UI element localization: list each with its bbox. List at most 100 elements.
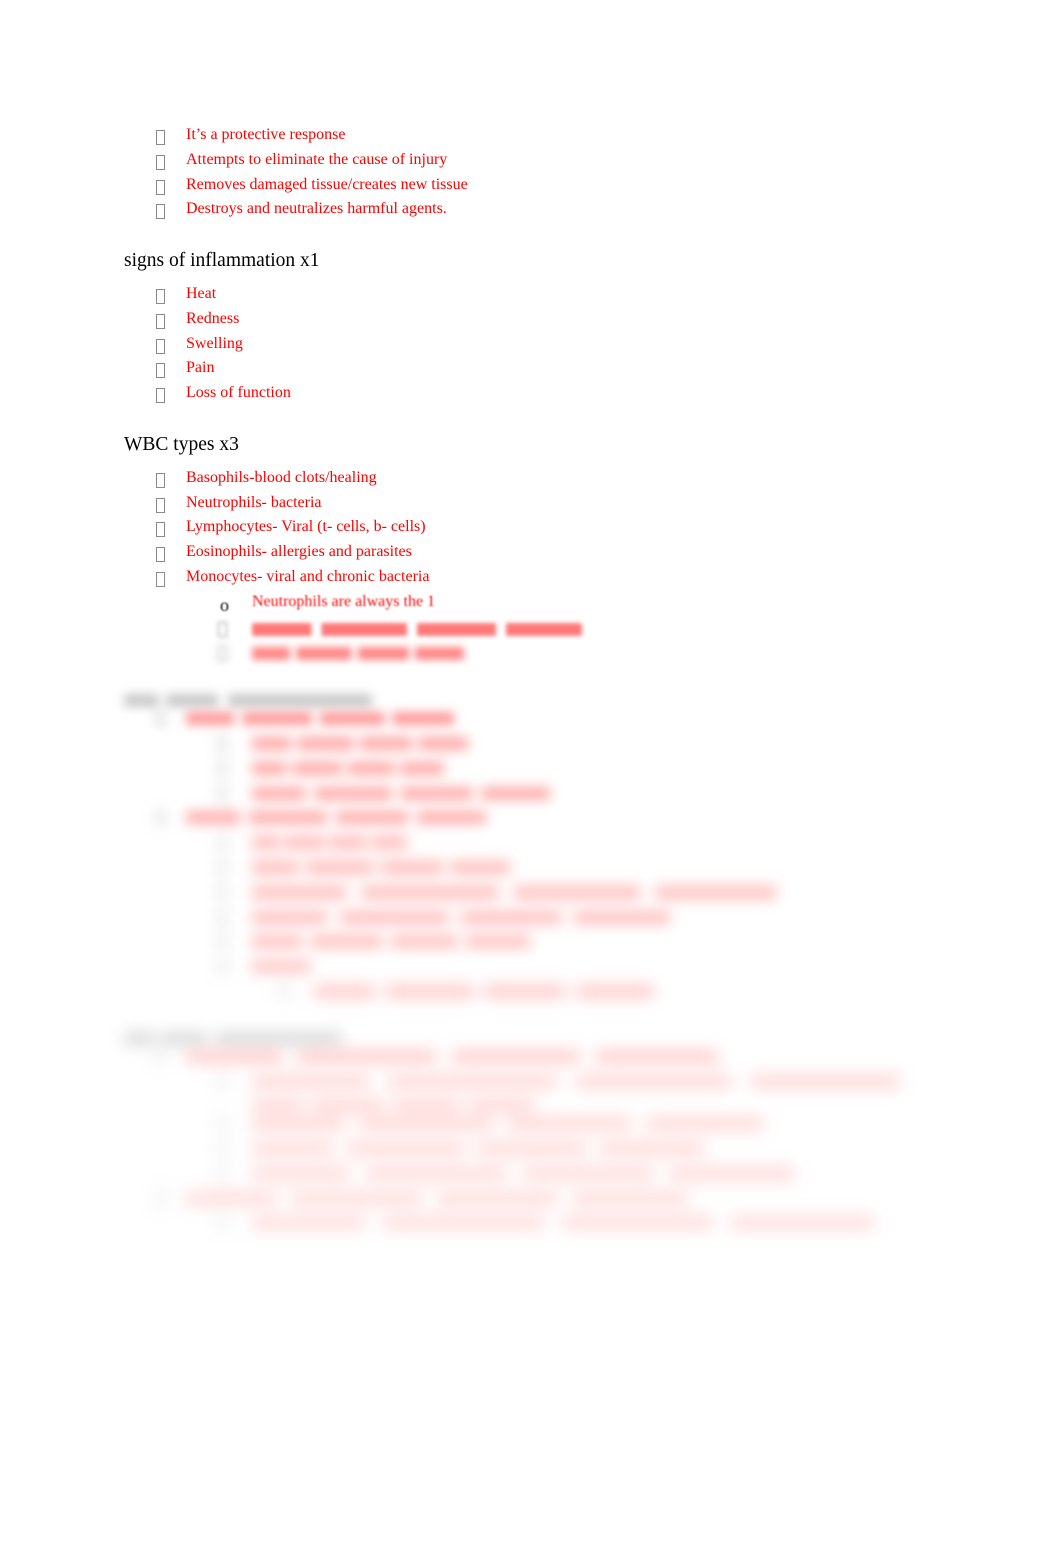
illegible-text <box>252 836 407 850</box>
list-item-illegible <box>156 1187 1062 1212</box>
list-item[interactable]: Lymphocytes- Viral (t- cells, b- cells) <box>156 518 1062 543</box>
list-item[interactable]: Attempts to eliminate the cause of injur… <box>156 151 1062 176</box>
bullet-box-icon <box>218 1070 252 1095</box>
list-item[interactable]: Removes damaged tissue/creates new tissu… <box>156 176 1062 201</box>
illegible-text <box>252 786 550 800</box>
bullet-box-icon <box>156 543 186 568</box>
bullet-box-icon <box>156 707 186 732</box>
list-item-label: Redness <box>186 309 240 327</box>
list-item-illegible <box>218 1094 1062 1113</box>
section-heading: WBC types x3 <box>124 433 239 455</box>
illegible-text <box>252 1216 874 1230</box>
bullet-box-icon <box>218 930 252 955</box>
list-item-illegible <box>218 1112 1062 1137</box>
illegible-text <box>252 622 582 636</box>
document-page: It’s a protective response Attempts to e… <box>0 0 1062 1561</box>
illegible-text <box>252 885 776 899</box>
list-item[interactable]: Basophils-blood clots/healing <box>156 469 1062 494</box>
list-item-illegible <box>218 930 1062 955</box>
list-item-illegible <box>218 1211 1062 1236</box>
list-item-label: Neutrophils are always the 1 <box>252 592 436 610</box>
illegible-text <box>252 910 670 924</box>
bullet-box-icon <box>156 568 186 593</box>
list-item-label: Loss of function <box>186 384 291 402</box>
list-item-illegible <box>218 906 1062 931</box>
illegible-text <box>124 694 372 708</box>
bullet-circle-marker: o <box>220 594 229 615</box>
list-item-illegible <box>218 831 1062 856</box>
list-item[interactable]: Monocytes- viral and chronic bacteria <box>156 568 1062 593</box>
bullet-box-icon <box>156 285 186 310</box>
list-item[interactable]: Loss of function <box>156 384 1062 409</box>
bullet-box-icon <box>218 1137 252 1162</box>
bullet-box-icon <box>156 494 186 519</box>
list-item-illegible <box>218 955 1062 980</box>
bullet-box-icon <box>218 757 252 782</box>
bullet-box-icon <box>156 335 186 360</box>
list-item-label: Swelling <box>186 334 243 352</box>
bullet-box-icon <box>218 642 252 667</box>
list-item-illegible <box>280 980 1062 1005</box>
bullet-box-icon <box>156 151 186 176</box>
illegible-text <box>186 1191 688 1205</box>
list-item-illegible <box>218 757 1062 782</box>
list-item[interactable]: Pain <box>156 359 1062 384</box>
list-item-label: Attempts to eliminate the cause of injur… <box>186 150 448 168</box>
list-item[interactable]: Heat <box>156 285 1062 310</box>
section-wbc-types: WBC types x3 Basophils-blood clots/heali… <box>0 433 1062 618</box>
list-item-illegible <box>218 1070 1062 1095</box>
list-item-illegible <box>156 1045 1062 1070</box>
illegible-text <box>252 935 530 949</box>
bullet-box-icon <box>156 1045 186 1070</box>
list-item-illegible <box>156 707 1062 732</box>
bullet-box-icon <box>156 469 186 494</box>
list-item[interactable]: o Neutrophils are always the 1 <box>220 593 1062 618</box>
list-item[interactable]: Destroys and neutralizes harmful agents. <box>156 200 1062 225</box>
illegible-text <box>252 736 468 750</box>
illegible-text <box>252 1166 794 1180</box>
list-item[interactable]: Redness <box>156 310 1062 335</box>
list-item[interactable]: It’s a protective response <box>156 126 1062 151</box>
list-item-label: Removes damaged tissue/creates new tissu… <box>186 175 468 193</box>
list-item-illegible <box>218 881 1062 906</box>
list-item-illegible <box>156 806 1062 831</box>
illegible-text <box>252 960 310 974</box>
illegible-text <box>186 811 486 825</box>
list-item-label: Pain <box>186 359 215 377</box>
bullet-box-icon <box>218 1162 252 1187</box>
list-item-label: Eosinophils- allergies and parasites <box>186 543 412 561</box>
list-item-label: Lymphocytes- Viral (t- cells, b- cells) <box>186 518 426 536</box>
bullet-box-icon <box>156 518 186 543</box>
bullet-box-icon <box>218 1112 252 1137</box>
list-item-label: It’s a protective response <box>186 126 346 143</box>
list-item[interactable]: Neutrophils- bacteria <box>156 494 1062 519</box>
section-heading-illegible <box>124 689 1062 708</box>
section-heading-illegible <box>124 1027 1062 1045</box>
bullet-box-icon <box>156 176 186 201</box>
list-item[interactable]: Swelling <box>156 335 1062 360</box>
illegible-text <box>314 984 654 998</box>
list-item-illegible <box>218 856 1062 881</box>
list-item-illegible <box>218 1137 1062 1162</box>
bullet-box-icon <box>280 980 314 1005</box>
bullet-box-icon <box>218 831 252 856</box>
list-item-illegible <box>218 642 1062 667</box>
illegible-text <box>186 1049 718 1063</box>
illegible-text <box>252 1074 900 1088</box>
illegible-text <box>252 860 510 874</box>
bullet-box-icon <box>156 384 186 409</box>
list-item[interactable]: Eosinophils- allergies and parasites <box>156 543 1062 568</box>
bullet-box-icon <box>156 806 186 831</box>
bullet-box-icon <box>218 1211 252 1236</box>
illegible-region <box>0 618 1062 1237</box>
list-item-illegible <box>218 732 1062 757</box>
section-protective-response: It’s a protective response Attempts to e… <box>0 126 1062 225</box>
bullet-box-icon <box>218 618 252 643</box>
bullet-box-icon <box>156 310 186 335</box>
list-item-label: Basophils-blood clots/healing <box>186 468 377 486</box>
list-item-illegible <box>218 1162 1062 1187</box>
section-heading: signs of inflammation x1 <box>124 250 320 272</box>
document-body: It’s a protective response Attempts to e… <box>0 0 1062 1236</box>
bullet-box-icon <box>218 782 252 807</box>
list-item-illegible <box>218 618 1062 643</box>
